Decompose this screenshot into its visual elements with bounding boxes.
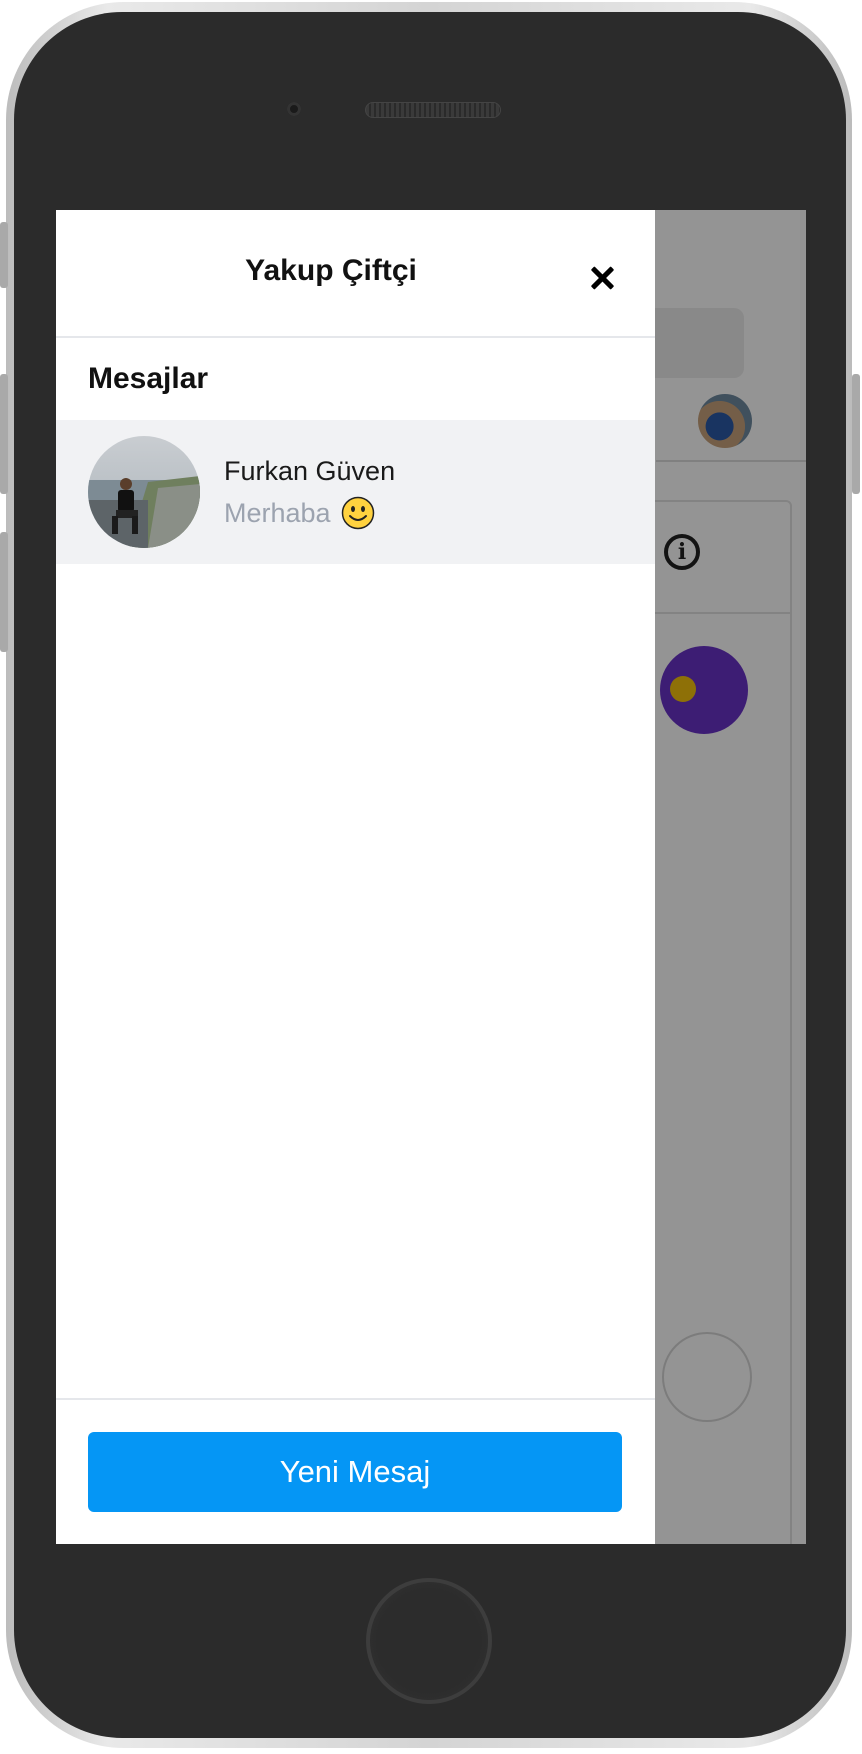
new-message-button[interactable]: Yeni Mesaj bbox=[88, 1432, 622, 1512]
smile-emoji-icon bbox=[341, 496, 375, 530]
earpiece-speaker bbox=[365, 102, 501, 118]
power-button bbox=[852, 374, 860, 494]
screen: i Yakup Çiftçi Mesajlar Furkan Güven Mer… bbox=[56, 210, 806, 1544]
conversation-name: Furkan Güven bbox=[224, 456, 396, 486]
drawer-title: Yakup Çiftçi bbox=[245, 254, 417, 287]
front-camera bbox=[287, 102, 301, 116]
volume-down-button bbox=[0, 532, 8, 652]
volume-up-button bbox=[0, 374, 8, 494]
avatar bbox=[88, 436, 200, 548]
conversation-preview: Merhaba bbox=[224, 496, 375, 530]
section-title: Mesajlar bbox=[88, 362, 209, 395]
drawer-header: Yakup Çiftçi bbox=[56, 210, 655, 338]
close-icon[interactable] bbox=[584, 260, 620, 296]
messages-drawer: Yakup Çiftçi Mesajlar Furkan Güven Merha… bbox=[56, 210, 655, 1544]
device-frame: i Yakup Çiftçi Mesajlar Furkan Güven Mer… bbox=[0, 0, 862, 1754]
conversation-preview-text: Merhaba bbox=[224, 497, 331, 528]
conversation-item[interactable]: Furkan Güven Merhaba bbox=[56, 420, 655, 564]
drawer-footer: Yeni Mesaj bbox=[56, 1398, 655, 1544]
home-button[interactable] bbox=[366, 1578, 492, 1704]
mute-switch bbox=[0, 222, 8, 288]
